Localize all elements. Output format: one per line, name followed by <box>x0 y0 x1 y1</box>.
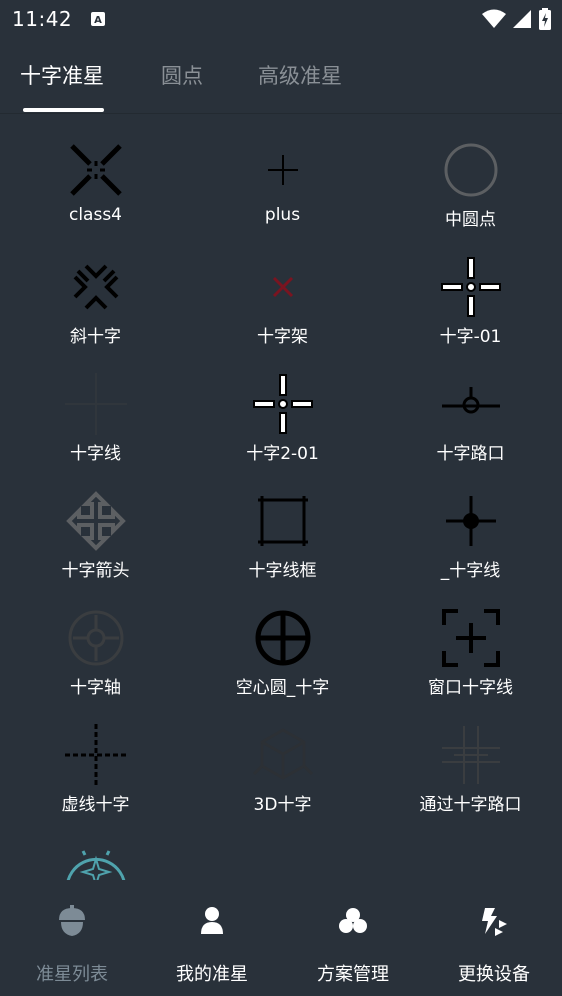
small-x-icon <box>272 276 293 298</box>
crosshair-label: class4 <box>68 205 123 225</box>
battery-icon <box>539 8 551 30</box>
dashed-cross-icon <box>64 724 127 786</box>
tab-indicator <box>23 108 104 112</box>
cross-frame-icon <box>257 496 308 546</box>
window-cross-icon <box>441 609 500 667</box>
plus-crosshair-icon <box>267 155 298 185</box>
crosshair-item[interactable]: 空心圆_十字 <box>189 584 376 701</box>
wifi-icon <box>482 9 506 28</box>
class4-crosshair-icon <box>69 144 122 196</box>
tab-crosshair[interactable]: 十字准星 <box>20 60 104 90</box>
crosshair-label: 十字路口 <box>436 444 505 464</box>
crosshair-label: 通过十字路口 <box>419 795 522 815</box>
nav-label: 我的准星 <box>176 964 248 985</box>
faint-cross-icon <box>64 373 127 435</box>
crosshair-item[interactable]: 十字-01 <box>377 233 562 350</box>
crosshair-item[interactable]: 虚线十字 <box>2 701 189 818</box>
cross-01-icon <box>440 257 501 317</box>
crosshair-item[interactable]: 十字箭头 <box>2 467 189 584</box>
compass-crosshair-icon <box>66 850 125 880</box>
crosshair-item[interactable]: 十字轴 <box>2 584 189 701</box>
crosshair-item[interactable]: 通过十字路口 <box>377 701 562 818</box>
tab-advanced[interactable]: 高级准星 <box>258 60 342 90</box>
crosshair-label: 十字-01 <box>439 327 502 347</box>
crosshair-item[interactable]: _十字线 <box>377 467 562 584</box>
cube-cross-icon <box>252 728 313 780</box>
crosshair-label: 斜十字 <box>70 327 121 347</box>
grid-cross-icon <box>441 726 500 784</box>
crosshair-label: 空心圆_十字 <box>235 678 330 698</box>
bottom-nav: 准星列表 我的准星 方案管理 更换设备 <box>0 880 562 996</box>
crosshair-item[interactable]: 3D十字 <box>189 701 376 818</box>
nav-crosshair-list[interactable]: 准星列表 <box>2 880 142 996</box>
hollow-circle-cross-icon <box>255 610 310 666</box>
nav-label: 准星列表 <box>36 964 108 985</box>
crosshair-item[interactable]: 十字线 <box>2 350 189 467</box>
nav-change-device[interactable]: 更换设备 <box>424 880 562 996</box>
crosshair-item[interactable]: 窗口十字线 <box>377 584 562 701</box>
crosshair-item[interactable]: 十字线框 <box>189 467 376 584</box>
nav-label: 更换设备 <box>458 964 530 985</box>
signal-icon <box>513 10 531 28</box>
crosshair-label: 中圆点 <box>445 210 496 230</box>
nav-label: 方案管理 <box>317 964 389 985</box>
tab-bar: 十字准星 圆点 高级准星 <box>0 50 562 114</box>
tab-dot[interactable]: 圆点 <box>161 60 203 90</box>
a-box-icon: A <box>91 12 106 26</box>
crosshair-label: 十字箭头 <box>61 561 130 581</box>
crosshair-label: plus <box>264 205 301 225</box>
crosshair-item[interactable]: plus <box>189 116 376 233</box>
swap-device-icon <box>482 908 507 936</box>
crosshair-label: _十字线 <box>440 561 501 581</box>
circle-crosshair-icon <box>444 143 497 197</box>
crosshair-label: 十字架 <box>257 327 308 347</box>
crosshair-item[interactable]: 斜十字 <box>2 233 189 350</box>
crosshair-grid: class4 plus 中圆点 斜十字 十字架 十字-01 十字线 十字2-01… <box>0 116 562 880</box>
crosshair-item[interactable]: 十字架 <box>189 233 376 350</box>
crosshair-item[interactable]: 中圆点 <box>377 116 562 233</box>
svg-text:A: A <box>94 15 102 26</box>
acorn-icon <box>59 905 85 936</box>
crosshair-label: 虚线十字 <box>61 795 130 815</box>
nav-scheme-manage[interactable]: 方案管理 <box>283 880 423 996</box>
crosshair-label: 十字线框 <box>248 561 317 581</box>
diagonal-cross-icon <box>73 264 118 310</box>
crosshair-item[interactable]: 十字2-01 <box>189 350 376 467</box>
status-bar: 11:42 A <box>0 0 562 38</box>
crosshair-label: 窗口十字线 <box>428 678 513 698</box>
crosshair-label: 十字2-01 <box>246 444 319 464</box>
dot-cross-icon <box>445 496 496 546</box>
crosshair-label: 十字轴 <box>70 678 121 698</box>
crosshair-item[interactable]: 十字路口 <box>377 350 562 467</box>
clover-icon <box>339 908 367 933</box>
cross-arrow-icon <box>65 491 126 551</box>
user-icon <box>201 907 223 934</box>
cross-2-01-icon <box>252 374 313 434</box>
cross-axis-icon <box>68 610 123 666</box>
nav-my-crosshair[interactable]: 我的准星 <box>142 880 282 996</box>
crossroad-icon <box>441 387 500 414</box>
crosshair-item[interactable]: class4 <box>2 116 189 233</box>
crosshair-label: 十字线 <box>70 444 121 464</box>
crosshair-item[interactable] <box>2 818 189 880</box>
status-time: 11:42 <box>12 7 73 31</box>
crosshair-label: 3D十字 <box>253 795 312 815</box>
